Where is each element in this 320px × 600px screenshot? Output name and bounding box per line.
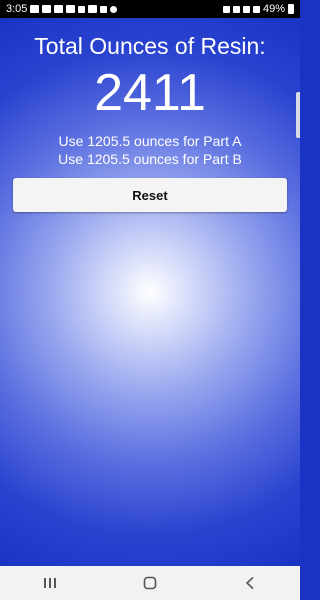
status-left: 3:05 <box>6 3 118 15</box>
main-content: Total Ounces of Resin: 2411 Use 1205.5 o… <box>0 18 300 566</box>
mute-icon <box>232 5 240 13</box>
dot-icon <box>110 5 118 13</box>
signal-icon <box>252 5 260 13</box>
tools-icon <box>78 5 86 13</box>
email-icon <box>66 5 76 13</box>
email-icon <box>42 5 52 13</box>
image-icon <box>88 5 98 13</box>
reset-button[interactable]: Reset <box>13 178 287 212</box>
battery-icon <box>288 4 294 14</box>
back-icon <box>245 576 254 590</box>
message-icon <box>30 5 40 13</box>
wifi-icon <box>242 5 250 13</box>
nfc-icon <box>222 5 230 13</box>
page-title: Total Ounces of Resin: <box>34 33 266 59</box>
download-icon <box>100 5 108 13</box>
battery-percent: 49% <box>262 3 285 15</box>
email-icon <box>54 5 64 13</box>
total-ounces-value: 2411 <box>94 64 206 122</box>
status-bar: 3:05 49% <box>0 0 300 18</box>
part-a-instruction: Use 1205.5 ounces for Part A <box>58 133 242 149</box>
part-b-instruction: Use 1205.5 ounces for Part B <box>58 151 242 167</box>
back-button[interactable] <box>230 566 270 600</box>
navigation-bar <box>0 566 300 600</box>
recents-icon <box>44 578 56 588</box>
status-right: 49% <box>222 3 294 15</box>
recents-button[interactable] <box>30 566 70 600</box>
home-button[interactable] <box>130 566 170 600</box>
home-icon <box>143 576 157 590</box>
scroll-handle[interactable] <box>296 92 300 138</box>
status-time: 3:05 <box>6 3 28 15</box>
